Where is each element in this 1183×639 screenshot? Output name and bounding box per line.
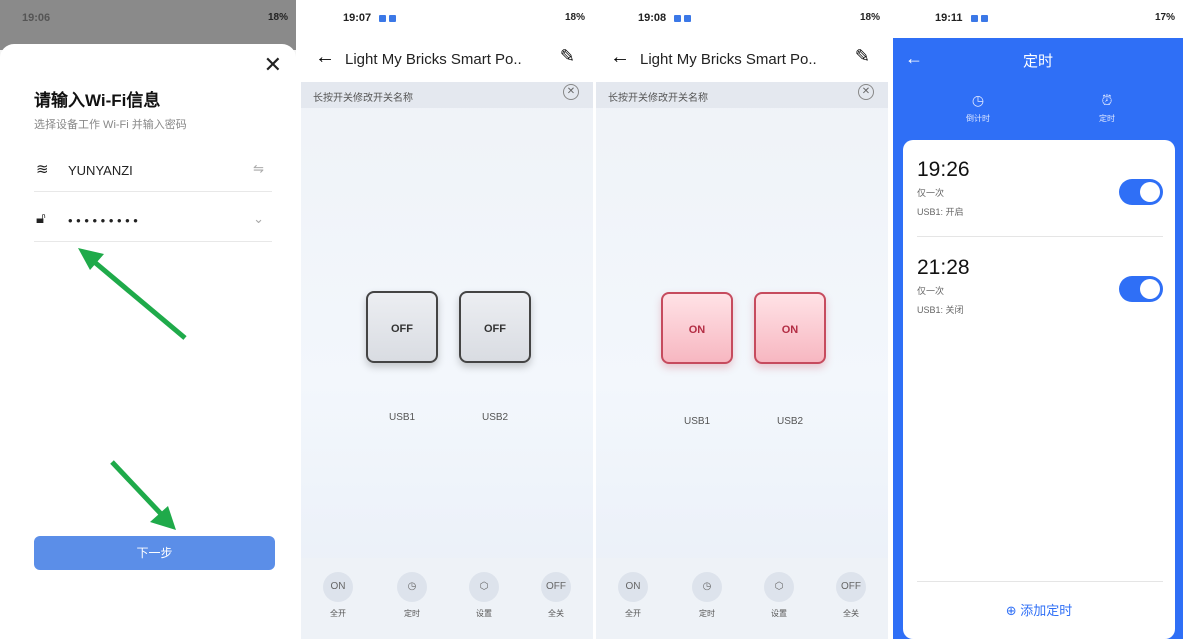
back-arrow-icon[interactable]: ←	[610, 46, 630, 69]
all-off-icon: OFF	[836, 572, 866, 602]
add-timer-label: 添加定时	[1020, 603, 1073, 618]
status-bar: 19:07 18%	[301, 0, 593, 38]
toggle-knob	[1140, 182, 1160, 202]
clock-icon: ◷	[397, 572, 427, 602]
alarm-icon: ⏰︎	[1101, 92, 1113, 108]
rename-hint-bar: 长按开关修改开关名称 ✕	[301, 82, 593, 108]
timer-label: 定时	[404, 609, 420, 618]
page-title: 定时	[1022, 53, 1053, 70]
settings-label: 设置	[771, 609, 787, 618]
timer-time: 21:28	[917, 256, 970, 279]
usb2-switch[interactable]: OFF	[459, 291, 531, 363]
usb2-switch[interactable]: ON	[754, 292, 826, 364]
timer-list-card: 19:26 仅一次 USB1: 开启 21:28 仅一次 USB1: 关闭 ⊕ …	[903, 140, 1175, 639]
status-battery: 17%	[1154, 12, 1175, 23]
clock-icon: ◷	[692, 572, 722, 602]
usb2-label: USB2	[482, 412, 509, 423]
timer-toggle[interactable]	[1119, 276, 1163, 302]
add-circle-icon: ⊕	[1005, 603, 1017, 618]
tab-countdown-label: 倒计时	[966, 114, 990, 123]
timer-button[interactable]: ◷ 定时	[692, 572, 722, 619]
bottom-toolbar: ON 全开 ◷ 定时 ⬡ 设置 OFF 全关	[301, 558, 593, 639]
rename-hint-bar: 长按开关修改开关名称 ✕	[596, 82, 888, 108]
status-bar: 19:11 17%	[893, 0, 1183, 38]
settings-button[interactable]: ⬡ 设置	[764, 572, 794, 619]
all-off-label: 全关	[548, 609, 564, 618]
timer-label: 定时	[699, 609, 715, 618]
tab-schedule[interactable]: ⏰︎ 定时	[1077, 92, 1137, 124]
arrow-to-password	[90, 258, 187, 340]
timer-time: 19:26	[917, 158, 970, 181]
status-battery: 18%	[859, 12, 880, 23]
timer-item[interactable]: 19:26 仅一次 USB1: 开启	[917, 158, 1153, 218]
cube-icon: ⬡	[764, 572, 794, 602]
dismiss-hint-icon[interactable]: ✕	[858, 84, 874, 100]
rename-hint-text: 长按开关修改开关名称	[608, 93, 708, 104]
toggle-knob	[1140, 279, 1160, 299]
timer-screen: 19:11 17% ← 定时 ◷ 倒计时 ⏰︎ 定时 19:26 仅一次 USB…	[893, 0, 1183, 639]
usb2-label: USB2	[777, 416, 804, 427]
timer-item[interactable]: 21:28 仅一次 USB1: 关闭	[917, 256, 1153, 316]
status-time: 19:08	[638, 12, 667, 24]
usb1-label: USB1	[684, 416, 711, 427]
bottom-toolbar: ON 全开 ◷ 定时 ⬡ 设置 OFF 全关	[596, 558, 888, 639]
wifi-setup-screen: 19:06 18% ✕ 请输入Wi-Fi信息 选择设备工作 Wi-Fi 并输入密…	[0, 0, 296, 639]
device-title: Light My Bricks Smart Po..	[640, 51, 817, 68]
timer-repeat: 仅一次	[917, 188, 945, 198]
edit-icon[interactable]: ✎	[560, 46, 575, 67]
cube-icon: ⬡	[469, 572, 499, 602]
divider	[917, 581, 1163, 582]
all-on-button[interactable]: ON 全开	[323, 572, 353, 619]
device-title: Light My Bricks Smart Po..	[345, 51, 522, 68]
dismiss-hint-icon[interactable]: ✕	[563, 84, 579, 100]
clock-icon: ◷	[971, 92, 985, 108]
add-timer-button[interactable]: ⊕ 添加定时	[903, 600, 1175, 619]
all-on-icon: ON	[323, 572, 353, 602]
usb1-label: USB1	[389, 412, 416, 423]
settings-button[interactable]: ⬡ 设置	[469, 572, 499, 619]
device-screen-off: 19:07 18% ← Light My Bricks Smart Po.. ✎…	[301, 0, 593, 639]
status-time: 19:07	[343, 12, 372, 24]
arrow-to-next	[110, 460, 165, 518]
usb1-switch[interactable]: OFF	[366, 291, 438, 363]
divider	[917, 236, 1163, 237]
tab-countdown[interactable]: ◷ 倒计时	[948, 92, 1008, 124]
all-off-button[interactable]: OFF 全关	[541, 572, 571, 619]
status-battery: 18%	[564, 12, 585, 23]
all-on-label: 全开	[625, 609, 641, 618]
status-time: 19:11	[935, 12, 963, 24]
all-off-label: 全关	[843, 609, 859, 618]
all-on-icon: ON	[618, 572, 648, 602]
timer-toggle[interactable]	[1119, 179, 1163, 205]
rename-hint-text: 长按开关修改开关名称	[313, 93, 413, 104]
edit-icon[interactable]: ✎	[855, 46, 870, 67]
all-on-button[interactable]: ON 全开	[618, 572, 648, 619]
all-off-button[interactable]: OFF 全关	[836, 572, 866, 619]
timer-action: USB1: 关闭	[917, 305, 964, 315]
usb1-switch[interactable]: ON	[661, 292, 733, 364]
timer-button[interactable]: ◷ 定时	[397, 572, 427, 619]
settings-label: 设置	[476, 609, 492, 618]
all-on-label: 全开	[330, 609, 346, 618]
app-bar: ← Light My Bricks Smart Po.. ✎	[596, 38, 888, 82]
tab-schedule-label: 定时	[1099, 114, 1115, 123]
status-bar: 19:08 18%	[596, 0, 888, 38]
all-off-icon: OFF	[541, 572, 571, 602]
timer-repeat: 仅一次	[917, 286, 945, 296]
device-screen-on: 19:08 18% ← Light My Bricks Smart Po.. ✎…	[596, 0, 888, 639]
annotation-arrows	[78, 248, 187, 530]
timer-action: USB1: 开启	[917, 207, 964, 217]
app-bar: ← Light My Bricks Smart Po.. ✎	[301, 38, 593, 82]
back-arrow-icon[interactable]: ←	[315, 46, 335, 69]
